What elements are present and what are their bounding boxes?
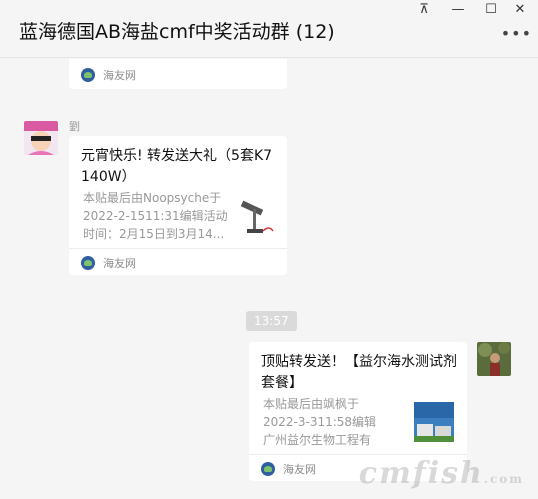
- watermark-suffix: .com: [483, 472, 524, 486]
- card-description: 本贴最后由Noopsyche于2022-2-1511:31编辑活动时间：2月15…: [83, 191, 228, 241]
- source-logo-icon: [261, 462, 275, 476]
- chat-title: 蓝海德国AB海盐cmf中奖活动群 (12): [19, 21, 335, 43]
- sender-name: 劉: [69, 120, 80, 133]
- card-source: 海友网: [81, 255, 136, 271]
- source-logo-icon: [81, 68, 95, 82]
- source-label: 海友网: [103, 69, 136, 82]
- close-button[interactable]: ✕: [510, 2, 530, 18]
- maximize-button[interactable]: ☐: [481, 2, 501, 18]
- avatar[interactable]: [477, 342, 511, 376]
- card-thumbnail: [414, 402, 454, 442]
- card-source: 海友网: [81, 67, 136, 83]
- minimize-button[interactable]: —: [448, 2, 468, 18]
- source-label: 海友网: [283, 463, 316, 476]
- timestamp: 13:57: [246, 311, 297, 331]
- pin-icon[interactable]: ⊼: [414, 2, 434, 18]
- card-title: 元宵快乐! 转发送大礼（5套K7 140W）: [81, 148, 273, 185]
- link-card[interactable]: 海友网: [69, 59, 287, 89]
- avatar[interactable]: [24, 121, 58, 155]
- link-card[interactable]: 元宵快乐! 转发送大礼（5套K7 140W） 本贴最后由Noopsyche于20…: [69, 136, 287, 275]
- card-title: 顶贴转发送！【益尔海水测试剂套餐】: [261, 354, 457, 391]
- card-divider: [249, 454, 467, 455]
- card-source: 海友网: [261, 461, 316, 477]
- card-description: 本贴最后由飒枫于2022-3-311:58编辑广州益尔生物工程有限公司...: [263, 397, 377, 447]
- source-label: 海友网: [103, 257, 136, 270]
- watermark-main: cmfish: [358, 456, 484, 491]
- chat-area: 海友网 劉 元宵快乐! 转发送大礼（5套K7 140W） 本贴最后由Noopsy…: [0, 59, 538, 499]
- more-options-icon[interactable]: •••: [501, 24, 532, 43]
- title-bar: 蓝海德国AB海盐cmf中奖活动群 (12) ⊼ — ☐ ✕ •••: [0, 0, 538, 58]
- card-thumbnail: [237, 199, 277, 239]
- watermark: cmfish.com: [359, 456, 524, 491]
- card-divider: [69, 248, 287, 249]
- source-logo-icon: [81, 256, 95, 270]
